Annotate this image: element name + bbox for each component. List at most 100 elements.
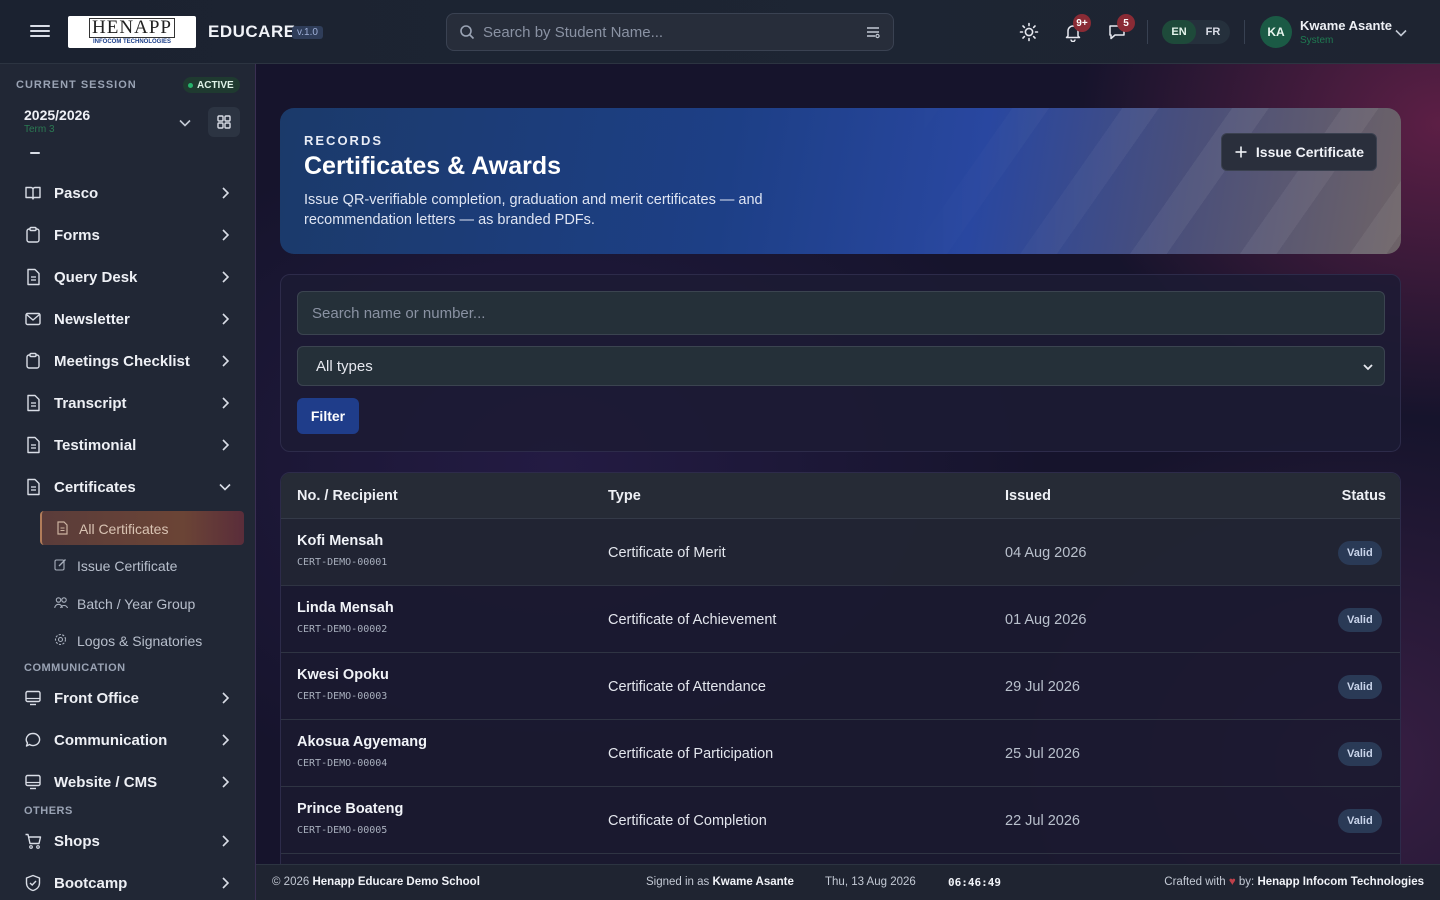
crafted-by: by: (1238, 876, 1255, 888)
sidebar-item-testimonial[interactable]: Testimonial (16, 427, 244, 463)
signed-in-prefix: Signed in as (646, 876, 710, 888)
filter-card: All types Filter (280, 274, 1401, 452)
footer-signed-in: Signed in as Kwame Asante (646, 876, 794, 888)
user-avatar[interactable]: KA (1260, 16, 1292, 48)
sidebar-item-forms[interactable]: Forms (16, 217, 244, 253)
search-icon (460, 25, 475, 40)
sidebar-item-bootcamp[interactable]: Bootcamp (16, 865, 244, 900)
plus-icon (1235, 146, 1247, 158)
sidebar-item-label: Testimonial (54, 437, 137, 454)
certificate-number: CERT-DEMO-00002 (297, 624, 388, 635)
document-icon (27, 268, 40, 286)
student-search-input[interactable] (483, 14, 863, 50)
page-description: Issue QR-verifiable completion, graduati… (304, 192, 763, 228)
chevron-right-icon (222, 439, 230, 451)
column-header-issued[interactable]: Issued (1005, 488, 1051, 504)
column-header-recipient[interactable]: No. / Recipient (297, 488, 398, 504)
table-row[interactable]: Kwesi Opoku CERT-DEMO-00003 Certificate … (281, 653, 1400, 720)
company-name[interactable]: Henapp Infocom Technologies (1257, 876, 1424, 888)
table-header-row: No. / Recipient Type Issued Status (281, 473, 1400, 519)
language-switcher: EN FR (1162, 20, 1230, 44)
table-row[interactable]: Kofi Mensah CERT-DEMO-00001 Certificate … (281, 519, 1400, 586)
type-select-value: All types (316, 358, 373, 375)
column-header-type[interactable]: Type (608, 488, 641, 504)
menu-toggle-icon[interactable] (30, 22, 50, 42)
notifications-bell-icon[interactable]: 9+ (1061, 14, 1091, 44)
issued-date: 22 Jul 2026 (1005, 813, 1080, 829)
chevron-right-icon (222, 877, 230, 889)
sidebar-subitem-label: All Certificates (79, 521, 169, 537)
theme-toggle-icon[interactable] (1017, 20, 1041, 44)
certificate-number: CERT-DEMO-00004 (297, 758, 388, 769)
page-kicker: RECORDS (304, 133, 384, 148)
session-year[interactable]: 2025/2026 (24, 107, 90, 123)
document-icon (27, 394, 40, 412)
sidebar-item-label: Front Office (54, 690, 139, 707)
recipient-name: Linda Mensah (297, 600, 394, 616)
certificate-search-input[interactable] (297, 291, 1385, 335)
app-name: EDUCARE (208, 22, 296, 41)
sidebar: CURRENT SESSION ACTIVE 2025/2026 Term 3 … (0, 64, 256, 900)
filter-button[interactable]: Filter (297, 398, 359, 434)
sidebar-item-certificates[interactable]: Certificates (16, 469, 244, 505)
gear-icon (54, 633, 67, 646)
sidebar-subitem-all-certificates[interactable]: All Certificates (40, 511, 244, 545)
sidebar-subitem-label: Batch / Year Group (77, 596, 196, 612)
session-label: CURRENT SESSION (16, 79, 137, 91)
sidebar-item-shops[interactable]: Shops (16, 823, 244, 859)
table-row[interactable]: Prince Boateng CERT-DEMO-00005 Certifica… (281, 787, 1400, 854)
topbar-divider (1244, 20, 1245, 44)
school-name: Henapp Educare Demo School (312, 876, 480, 888)
column-header-status[interactable]: Status (1342, 488, 1386, 504)
sidebar-item-newsletter[interactable]: Newsletter (16, 301, 244, 337)
recipient-name: Prince Boateng (297, 801, 404, 817)
chevron-down-icon[interactable] (1394, 26, 1408, 40)
sidebar-subitem-issue-certificate[interactable]: Issue Certificate (40, 548, 244, 582)
section-label-communication: COMMUNICATION (24, 662, 126, 674)
logo-main-text: HENAPP (89, 18, 175, 38)
sidebar-item-label: Forms (54, 227, 100, 244)
sidebar-item-label: Shops (54, 833, 100, 850)
sidebar-item-label: Bootcamp (54, 875, 128, 892)
messages-chat-icon[interactable]: 5 (1105, 14, 1135, 44)
sidebar-subitem-label: Logos & Signatories (77, 633, 203, 649)
certificate-type: Certificate of Attendance (608, 679, 766, 695)
table-row[interactable]: Akosua Agyemang CERT-DEMO-00004 Certific… (281, 720, 1400, 787)
table-row[interactable]: Linda Mensah CERT-DEMO-00002 Certificate… (281, 586, 1400, 653)
sidebar-subitem-batch-year-group[interactable]: Batch / Year Group (40, 586, 244, 620)
sidebar-item-label: Query Desk (54, 269, 138, 286)
sidebar-item-label: Pasco (54, 185, 99, 202)
monitor-icon (25, 690, 41, 706)
footer-date: Thu, 13 Aug 2026 (825, 876, 916, 888)
sidebar-item-label: Communication (54, 732, 168, 749)
status-badge: Valid (1338, 608, 1382, 632)
filter-lines-icon[interactable] (865, 24, 881, 40)
language-fr[interactable]: FR (1196, 20, 1230, 44)
apps-grid-button[interactable] (208, 107, 240, 137)
language-en[interactable]: EN (1162, 20, 1196, 44)
user-name[interactable]: Kwame Asante (1300, 18, 1392, 33)
sidebar-item-communication[interactable]: Communication (16, 722, 244, 758)
issued-date: 01 Aug 2026 (1005, 612, 1087, 628)
recipient-name: Kwesi Opoku (297, 667, 389, 683)
mail-icon (25, 312, 41, 326)
footer-copyright: © 2026 Henapp Educare Demo School (272, 876, 480, 888)
heart-icon: ♥ (1228, 876, 1236, 888)
sidebar-item-transcript[interactable]: Transcript (16, 385, 244, 421)
app-version-badge: v.1.0 (292, 26, 323, 39)
sidebar-item-website-cms[interactable]: Website / CMS (16, 764, 244, 800)
certificate-type: Certificate of Merit (608, 545, 726, 561)
sidebar-item-meetings-checklist[interactable]: Meetings Checklist (16, 343, 244, 379)
chevron-right-icon (222, 271, 230, 283)
sidebar-item-label: Newsletter (54, 311, 130, 328)
sidebar-item-query-desk[interactable]: Query Desk (16, 259, 244, 295)
user-role: System (1300, 35, 1334, 46)
chevron-right-icon (222, 313, 230, 325)
certificate-number: CERT-DEMO-00005 (297, 825, 388, 836)
chevron-down-icon[interactable] (178, 116, 192, 130)
sidebar-item-front-office[interactable]: Front Office (16, 680, 244, 716)
sidebar-subitem-logos-signatories[interactable]: Logos & Signatories (40, 623, 244, 657)
type-select[interactable]: All types (297, 346, 1385, 386)
sidebar-item-pasco[interactable]: Pasco (16, 175, 244, 211)
issue-certificate-button[interactable]: Issue Certificate (1221, 133, 1377, 171)
